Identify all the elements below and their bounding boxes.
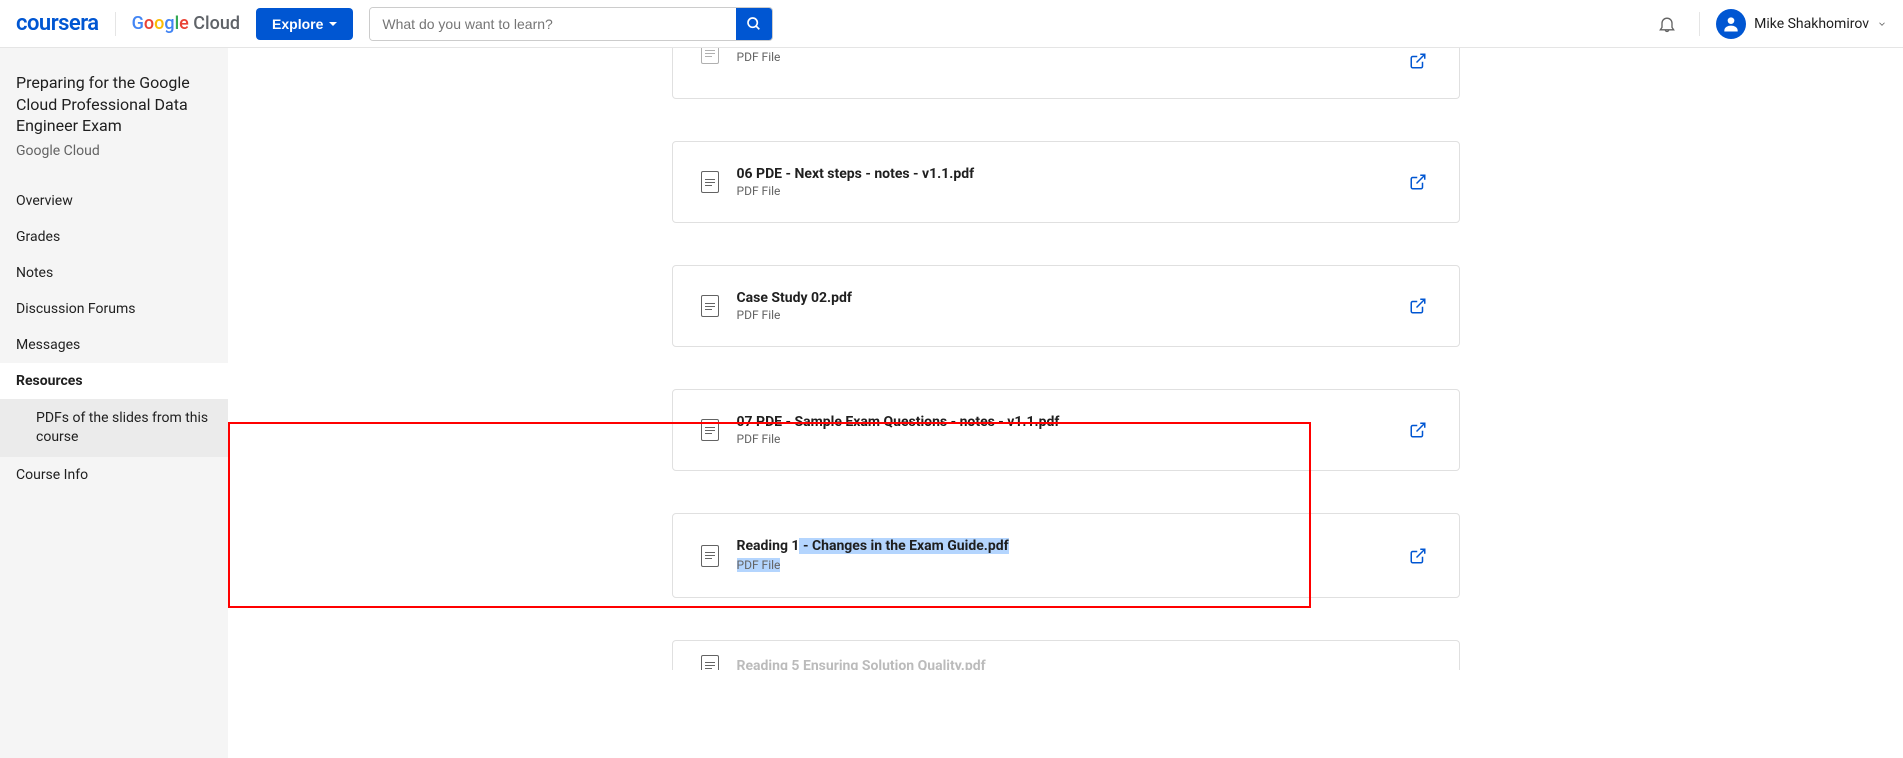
search-input[interactable] bbox=[370, 8, 736, 40]
document-icon bbox=[701, 545, 719, 567]
course-title[interactable]: Preparing for the Google Cloud Professio… bbox=[16, 72, 212, 137]
file-card[interactable]: Case Study 02.pdf PDF File bbox=[672, 265, 1460, 347]
file-type: PDF File bbox=[737, 554, 1387, 573]
user-menu[interactable]: Mike Shakhomirov bbox=[1716, 9, 1887, 39]
document-icon bbox=[701, 48, 719, 64]
nav-notes[interactable]: Notes bbox=[0, 255, 228, 291]
explore-button[interactable]: Explore bbox=[256, 8, 353, 40]
external-link-icon bbox=[1409, 421, 1427, 439]
open-external-button[interactable] bbox=[1405, 417, 1431, 443]
file-name: Reading 5 Ensuring Solution Quality.pdf bbox=[737, 658, 1431, 671]
header: coursera Google Cloud Explore Mike Shakh… bbox=[0, 0, 1903, 48]
file-type: PDF File bbox=[737, 50, 1387, 64]
external-link-icon bbox=[1409, 547, 1427, 565]
document-icon bbox=[701, 655, 719, 671]
main-content: PDF File 06 PDE - Next steps - notes - v… bbox=[228, 48, 1903, 758]
file-card[interactable]: 07 PDE - Sample Exam Questions - notes -… bbox=[672, 389, 1460, 471]
course-provider: Google Cloud bbox=[16, 143, 212, 159]
search-icon bbox=[746, 16, 762, 32]
nav-course-info[interactable]: Course Info bbox=[0, 457, 228, 493]
coursera-logo[interactable]: coursera bbox=[16, 11, 99, 36]
open-external-button[interactable] bbox=[1405, 293, 1431, 319]
external-link-icon bbox=[1409, 173, 1427, 191]
file-name: 07 PDE - Sample Exam Questions - notes -… bbox=[737, 414, 1387, 430]
search-container bbox=[369, 7, 773, 41]
search-button[interactable] bbox=[736, 8, 772, 40]
open-external-button[interactable] bbox=[1405, 169, 1431, 195]
file-name: 06 PDE - Next steps - notes - v1.1.pdf bbox=[737, 166, 1387, 182]
sidebar-sub-pdfs[interactable]: PDFs of the slides from this course bbox=[0, 399, 228, 457]
notifications-button[interactable] bbox=[1651, 8, 1683, 40]
person-icon bbox=[1721, 14, 1741, 34]
file-name: Case Study 02.pdf bbox=[737, 290, 1387, 306]
divider bbox=[115, 12, 116, 36]
chevron-down-icon bbox=[1877, 19, 1887, 29]
file-card[interactable]: Reading 1 - Changes in the Exam Guide.pd… bbox=[672, 513, 1460, 598]
open-external-button[interactable] bbox=[1405, 48, 1431, 74]
document-icon bbox=[701, 419, 719, 441]
file-type: PDF File bbox=[737, 432, 1387, 446]
sidebar: Preparing for the Google Cloud Professio… bbox=[0, 48, 228, 758]
file-name: Reading 1 - Changes in the Exam Guide.pd… bbox=[737, 538, 1387, 554]
file-card[interactable]: 06 PDE - Next steps - notes - v1.1.pdf P… bbox=[672, 141, 1460, 223]
file-type: PDF File bbox=[737, 184, 1387, 198]
open-external-button[interactable] bbox=[1405, 543, 1431, 569]
nav-grades[interactable]: Grades bbox=[0, 219, 228, 255]
nav-overview[interactable]: Overview bbox=[0, 183, 228, 219]
partner-logo[interactable]: Google Cloud bbox=[132, 13, 240, 34]
avatar bbox=[1716, 9, 1746, 39]
divider bbox=[1699, 12, 1700, 36]
document-icon bbox=[701, 171, 719, 193]
external-link-icon bbox=[1409, 297, 1427, 315]
file-card[interactable]: Reading 5 Ensuring Solution Quality.pdf bbox=[672, 640, 1460, 670]
document-icon bbox=[701, 295, 719, 317]
nav-discussion-forums[interactable]: Discussion Forums bbox=[0, 291, 228, 327]
external-link-icon bbox=[1409, 52, 1427, 70]
file-type: PDF File bbox=[737, 308, 1387, 322]
explore-label: Explore bbox=[272, 16, 323, 32]
course-block: Preparing for the Google Cloud Professio… bbox=[0, 48, 228, 175]
nav-resources[interactable]: Resources bbox=[0, 363, 228, 399]
bell-icon bbox=[1657, 14, 1677, 34]
file-card[interactable]: PDF File bbox=[672, 48, 1460, 99]
nav-messages[interactable]: Messages bbox=[0, 327, 228, 363]
user-name: Mike Shakhomirov bbox=[1754, 16, 1869, 32]
